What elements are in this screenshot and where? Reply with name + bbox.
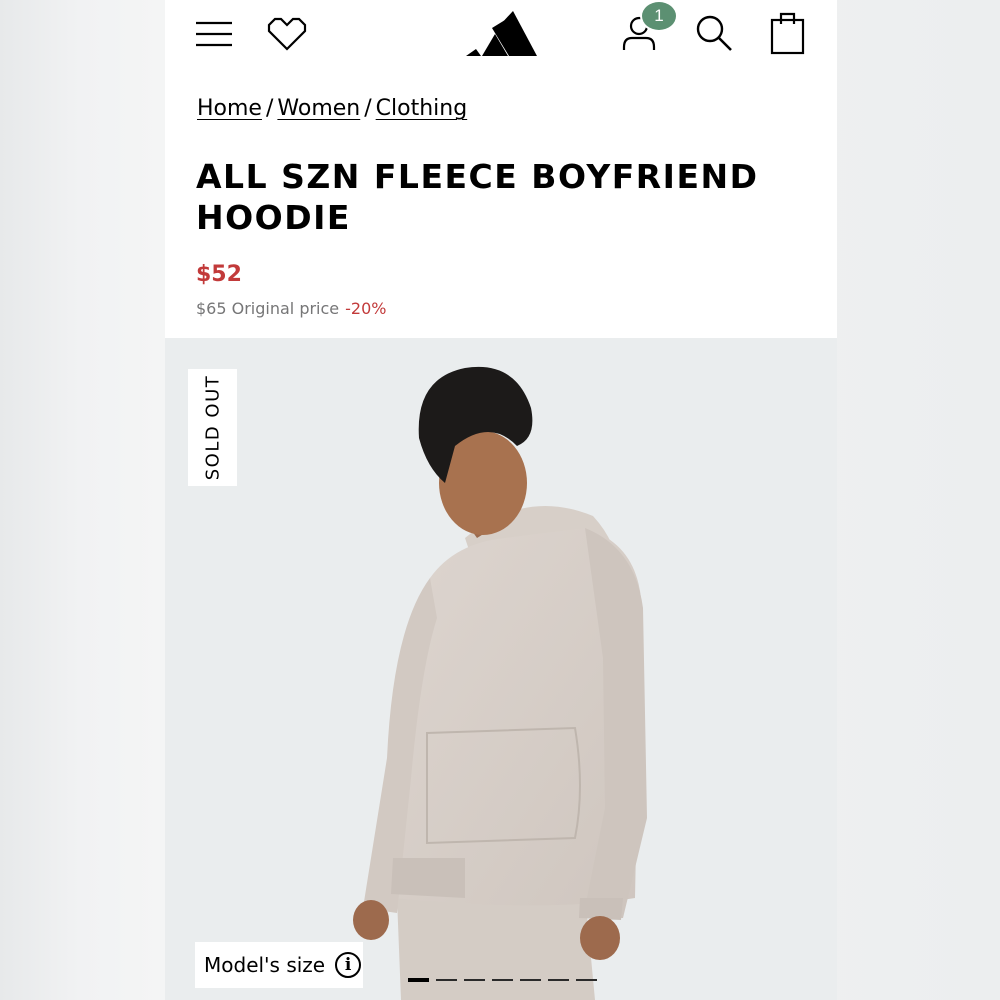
discount-badge: -20% [345, 299, 387, 318]
model-size-label: Model's size [204, 953, 326, 977]
model-size-button[interactable]: Model's size i [195, 942, 363, 988]
menu-icon [196, 21, 232, 47]
info-icon: i [335, 952, 362, 978]
bag-icon [770, 12, 805, 55]
adidas-logo[interactable] [463, 8, 539, 58]
original-price-row: $65 Original price -20% [196, 299, 386, 318]
carousel-dot[interactable] [408, 978, 429, 982]
shopping-bag-button[interactable] [767, 10, 809, 56]
account-notification-badge: 1 [640, 0, 678, 32]
product-image[interactable]: SOLD OUT Model's size i [165, 338, 837, 1000]
search-icon [696, 15, 732, 51]
heart-icon [267, 17, 307, 51]
product-title: ALL SZN FLEECE BOYFRIEND HOODIE [196, 157, 759, 237]
breadcrumb-clothing[interactable]: Clothing [376, 96, 468, 121]
carousel-dot[interactable] [464, 979, 485, 981]
menu-button[interactable] [193, 16, 235, 52]
breadcrumb: Home / Women / Clothing [197, 96, 467, 121]
carousel-dot[interactable] [436, 979, 457, 981]
carousel-dot[interactable] [520, 979, 541, 981]
breadcrumb-separator: / [265, 96, 274, 121]
original-price: $65 Original price [196, 299, 340, 318]
carousel-dot[interactable] [576, 979, 597, 981]
breadcrumb-separator: / [364, 96, 372, 121]
sold-out-label: SOLD OUT [202, 374, 224, 481]
breadcrumb-home[interactable]: Home [197, 96, 262, 121]
product-page: 1 Home / Women / Clothing ALL SZN FLEECE… [165, 0, 837, 1000]
model-photo [353, 366, 647, 1000]
breadcrumb-women[interactable]: Women [277, 96, 360, 121]
sale-price: $52 [196, 262, 242, 287]
carousel-dot[interactable] [548, 979, 569, 981]
carousel-dot[interactable] [492, 979, 513, 981]
sold-out-badge: SOLD OUT [188, 369, 237, 486]
top-header: 1 [165, 0, 837, 72]
wishlist-button[interactable] [265, 14, 309, 54]
carousel-indicators [408, 978, 597, 982]
search-button[interactable] [693, 12, 735, 54]
